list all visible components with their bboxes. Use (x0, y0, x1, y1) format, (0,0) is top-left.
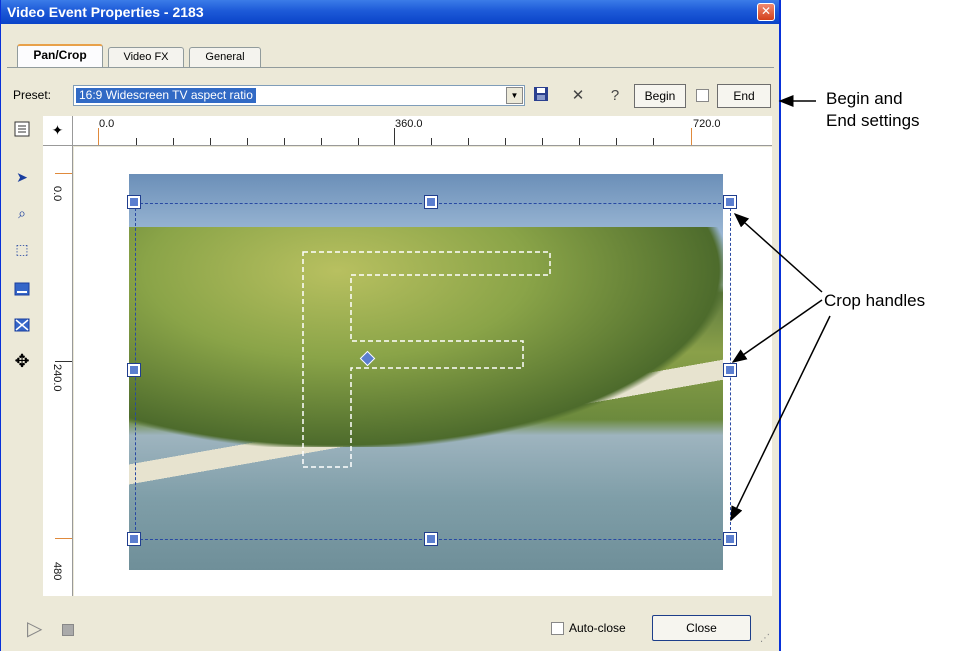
help-icon[interactable]: ? (605, 86, 625, 106)
preset-label: Preset: (13, 88, 52, 102)
ruler-tick (321, 138, 322, 145)
ruler-tick (55, 538, 72, 539)
ruler-label-480: 480 (51, 562, 63, 581)
tool-sidebar: ➤ ⌕ ⬚ ✥ (7, 115, 35, 585)
ruler-tick (173, 138, 174, 145)
ruler-tick (468, 138, 469, 145)
crop-handle-top-left[interactable] (127, 195, 141, 209)
ruler-tick (136, 138, 137, 145)
crop-handle-right[interactable] (723, 363, 737, 377)
close-button[interactable]: Close (652, 615, 751, 641)
top-ruler: 0.0 360.0 720.0 (43, 116, 772, 146)
ruler-tick (210, 138, 211, 145)
ruler-tick (284, 138, 285, 145)
select-icon[interactable]: ⬚ (12, 239, 32, 259)
pan-crop-panel: Preset: 16:9 Widescreen TV aspect ratio … (7, 67, 774, 647)
crop-handle-bottom-right[interactable] (723, 532, 737, 546)
ruler-tick (616, 138, 617, 145)
close-window-button[interactable]: ✕ (757, 3, 775, 21)
ruler-label-720: 720.0 (693, 118, 721, 130)
ruler-tick (505, 138, 506, 145)
auto-close-label: Auto-close (569, 621, 626, 635)
video-event-properties-window: Video Event Properties - 2183 ✕ Pan/Crop… (0, 0, 781, 651)
end-button[interactable]: End (717, 84, 771, 108)
resize-grip-icon[interactable]: ⋰ (760, 633, 772, 645)
pointer-icon[interactable]: ➤ (12, 167, 32, 187)
ruler-tick (358, 138, 359, 145)
ruler-tick (653, 138, 654, 145)
preset-value: 16:9 Widescreen TV aspect ratio (76, 88, 256, 103)
ruler-origin-icon[interactable]: ✦ (43, 116, 73, 146)
auto-close-checkbox[interactable] (551, 622, 564, 635)
tab-video-fx[interactable]: Video FX (108, 47, 184, 67)
tab-general[interactable]: General (189, 47, 261, 67)
save-icon[interactable] (531, 86, 551, 106)
begin-button[interactable]: Begin (634, 84, 686, 108)
delete-icon[interactable]: ✕ (568, 86, 588, 106)
move-icon[interactable]: ✥ (12, 351, 32, 371)
zoom-icon[interactable]: ⌕ (12, 203, 32, 223)
ruler-tick (55, 173, 72, 174)
ruler-label-0-vertical: 0.0 (51, 186, 63, 202)
begin-end-callout: Begin and End settings (826, 88, 920, 132)
play-icon[interactable]: ▷ (27, 616, 42, 641)
crop-handle-top-right[interactable] (723, 195, 737, 209)
crop-handle-bottom[interactable] (424, 532, 438, 546)
title-bar: Video Event Properties - 2183 ✕ (1, 0, 779, 24)
window-title: Video Event Properties - 2183 (7, 4, 204, 20)
crop-handle-top[interactable] (424, 195, 438, 209)
chevron-down-icon[interactable]: ▼ (506, 87, 523, 104)
ruler-tick (691, 128, 692, 145)
crop-handle-bottom-left[interactable] (127, 532, 141, 546)
tab-pan-crop[interactable]: Pan/Crop (17, 44, 103, 68)
ruler-tick (55, 361, 72, 362)
begin-end-sync-checkbox[interactable] (696, 89, 709, 102)
ruler-label-360: 360.0 (395, 118, 423, 130)
callout-line-1: Begin and (826, 89, 903, 108)
ruler-tick (98, 128, 99, 145)
ruler-label-240: 240.0 (51, 364, 63, 392)
ruler-label-0: 0.0 (99, 118, 115, 130)
crop-rectangle[interactable] (135, 203, 731, 540)
crop-handles-callout: Crop handles (824, 291, 926, 310)
pan-crop-canvas[interactable] (74, 147, 772, 596)
ruler-tick (542, 138, 543, 145)
preset-dropdown[interactable]: 16:9 Widescreen TV aspect ratio ▼ (73, 85, 525, 106)
stop-icon[interactable] (62, 624, 74, 636)
ruler-tick (247, 138, 248, 145)
left-ruler: 0.0 240.0 480 (43, 146, 73, 596)
callout-line-2: End settings (826, 111, 920, 130)
crop-handle-left[interactable] (127, 363, 141, 377)
crop-icon[interactable] (12, 317, 32, 337)
ruler-tick (579, 138, 580, 145)
ruler-tick (431, 138, 432, 145)
properties-icon[interactable] (12, 121, 32, 141)
ruler-tick (394, 128, 395, 145)
fit-icon[interactable] (12, 281, 32, 301)
